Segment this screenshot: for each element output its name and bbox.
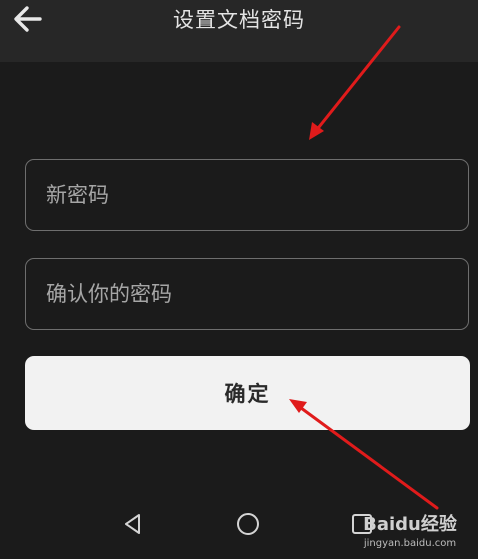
new-password-input[interactable] (25, 159, 469, 231)
confirm-button[interactable]: 确定 (25, 356, 470, 430)
page-title: 设置文档密码 (173, 8, 305, 32)
triangle-back-icon (125, 514, 140, 534)
app-bar: 设置文档密码 (0, 0, 478, 62)
baidu-watermark: Baidu经验 jingyan.baidu.com (362, 510, 458, 549)
confirm-password-input[interactable] (25, 258, 469, 330)
watermark-logo: Baidu经验 (363, 514, 457, 535)
circle-home-icon (237, 513, 259, 535)
watermark-url: jingyan.baidu.com (363, 538, 457, 549)
nav-home-button[interactable] (233, 509, 263, 539)
nav-back-button[interactable] (118, 509, 148, 539)
